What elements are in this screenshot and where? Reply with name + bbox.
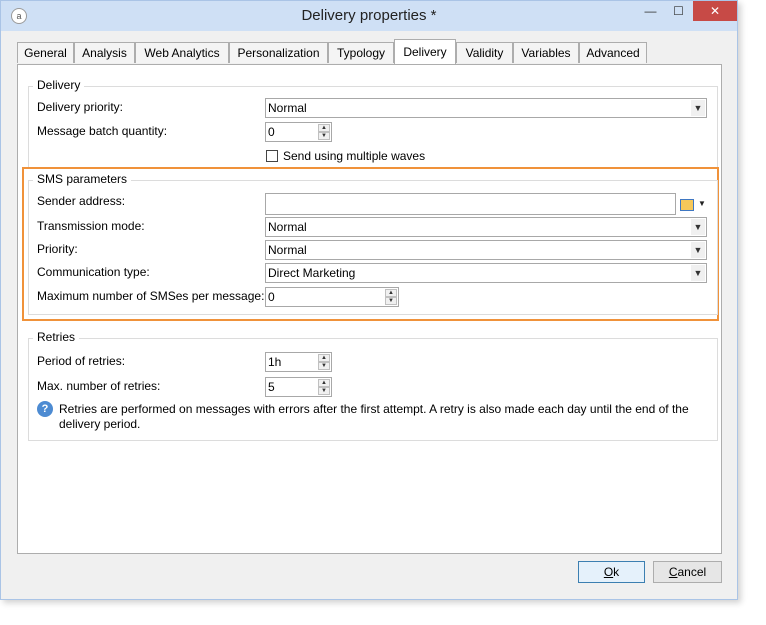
address-book-icon[interactable] xyxy=(680,199,694,211)
tab-general[interactable]: General xyxy=(17,42,74,63)
batch-quantity-stepper[interactable]: 0 ▲ ▼ xyxy=(265,122,332,142)
max-retries-value: 5 xyxy=(268,380,275,394)
batch-quantity-value: 0 xyxy=(268,125,275,139)
communication-type-label: Communication type: xyxy=(37,265,150,279)
communication-type-select[interactable]: Direct Marketing ▼ xyxy=(265,263,707,283)
delivery-priority-select[interactable]: Normal ▼ xyxy=(265,98,707,118)
delivery-priority-label: Delivery priority: xyxy=(37,100,124,114)
title-bar: a Delivery properties * — ☐ ✕ xyxy=(1,1,737,31)
tab-variables[interactable]: Variables xyxy=(513,42,579,63)
retry-period-value: 1h xyxy=(268,355,282,369)
sms-group-legend: SMS parameters xyxy=(33,172,132,186)
tab-personalization[interactable]: Personalization xyxy=(229,42,328,63)
max-smses-label: Maximum number of SMSes per message: xyxy=(37,289,265,303)
cancel-button[interactable]: Cancel xyxy=(653,561,722,583)
help-icon: ? xyxy=(37,401,53,417)
multiple-waves-checkbox[interactable] xyxy=(266,150,278,162)
minimize-button[interactable]: — xyxy=(637,1,664,21)
transmission-mode-value: Normal xyxy=(268,220,307,234)
dialog-window: a Delivery properties * — ☐ ✕ General An… xyxy=(0,0,738,600)
spin-up-icon[interactable]: ▲ xyxy=(318,379,330,387)
maximize-button[interactable]: ☐ xyxy=(665,1,692,21)
retries-group-legend: Retries xyxy=(33,330,80,344)
spin-down-icon[interactable]: ▼ xyxy=(318,387,330,395)
spin-down-icon[interactable]: ▼ xyxy=(385,297,397,305)
chevron-down-icon[interactable]: ▼ xyxy=(691,219,705,235)
tab-validity[interactable]: Validity xyxy=(456,42,513,63)
retries-info-line1: Retries are performed on messages with e… xyxy=(59,402,689,416)
chevron-down-icon[interactable]: ▼ xyxy=(691,242,705,258)
delivery-group-legend: Delivery xyxy=(33,78,85,92)
tab-panel: Delivery Delivery priority: Normal ▼ Mes… xyxy=(17,64,722,554)
sender-address-label: Sender address: xyxy=(37,194,126,208)
priority-value: Normal xyxy=(268,243,307,257)
spin-down-icon[interactable]: ▼ xyxy=(318,362,330,370)
spin-down-icon[interactable]: ▼ xyxy=(318,132,330,140)
delivery-priority-value: Normal xyxy=(268,101,307,115)
close-button[interactable]: ✕ xyxy=(693,1,737,21)
spin-up-icon[interactable]: ▲ xyxy=(318,124,330,132)
chevron-down-icon[interactable]: ▼ xyxy=(691,100,705,116)
tab-web-analytics[interactable]: Web Analytics xyxy=(135,42,229,63)
max-smses-stepper[interactable]: 0 ▲ ▼ xyxy=(265,287,399,307)
communication-type-value: Direct Marketing xyxy=(268,266,356,280)
spin-up-icon[interactable]: ▲ xyxy=(385,289,397,297)
max-smses-value: 0 xyxy=(268,290,275,304)
multiple-waves-label: Send using multiple waves xyxy=(283,149,426,163)
priority-select[interactable]: Normal ▼ xyxy=(265,240,707,260)
ok-button[interactable]: Ok xyxy=(578,561,645,583)
spin-up-icon[interactable]: ▲ xyxy=(318,354,330,362)
tab-delivery[interactable]: Delivery xyxy=(394,39,456,64)
batch-quantity-label: Message batch quantity: xyxy=(37,124,168,138)
retry-period-stepper[interactable]: 1h ▲ ▼ xyxy=(265,352,332,372)
chevron-down-icon[interactable]: ▼ xyxy=(698,199,706,208)
transmission-mode-label: Transmission mode: xyxy=(37,219,145,233)
transmission-mode-select[interactable]: Normal ▼ xyxy=(265,217,707,237)
chevron-down-icon[interactable]: ▼ xyxy=(691,265,705,281)
max-retries-stepper[interactable]: 5 ▲ ▼ xyxy=(265,377,332,397)
window-title: Delivery properties * xyxy=(301,7,437,24)
priority-label: Priority: xyxy=(37,242,78,256)
sender-address-input[interactable] xyxy=(265,193,676,215)
retries-info-line2: delivery period. xyxy=(59,417,141,431)
tab-analysis[interactable]: Analysis xyxy=(74,42,135,63)
retry-period-label: Period of retries: xyxy=(37,354,126,368)
max-retries-label: Max. number of retries: xyxy=(37,379,161,393)
tab-advanced[interactable]: Advanced xyxy=(579,42,647,63)
tab-typology[interactable]: Typology xyxy=(328,42,394,63)
